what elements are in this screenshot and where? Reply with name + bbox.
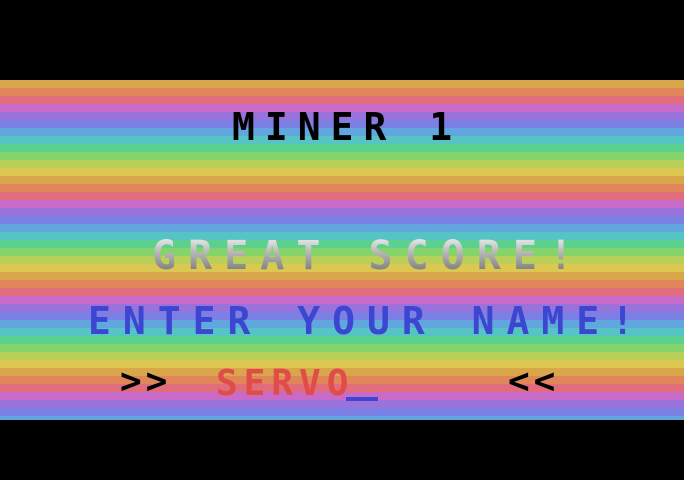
text-cursor — [346, 397, 378, 401]
right-marker-icon: << — [508, 361, 560, 402]
game-screen: MINER 1 GREAT SCORE! ENTER YOUR NAME! >>… — [0, 0, 684, 480]
left-marker-icon: >> — [120, 361, 172, 402]
game-title: MINER 1 — [232, 105, 463, 149]
enter-name-prompt: ENTER YOUR NAME! — [88, 299, 647, 343]
great-score-headline: GREAT SCORE! — [152, 233, 585, 279]
name-entry-field[interactable]: SERVO — [216, 366, 354, 402]
